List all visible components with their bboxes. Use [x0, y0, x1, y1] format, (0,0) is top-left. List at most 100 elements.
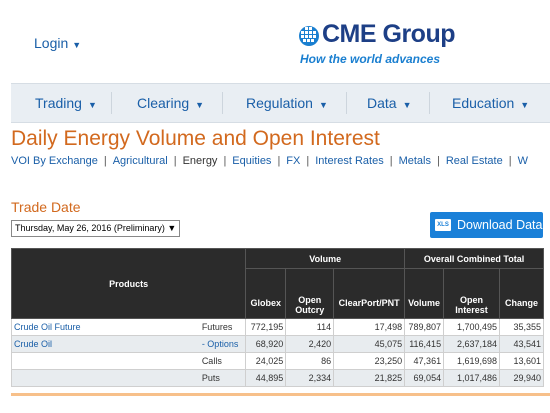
product-cell [10, 352, 200, 370]
globex-cell: 68,920 [245, 335, 287, 353]
nav-label: Clearing [137, 95, 190, 111]
link-equities[interactable]: Equities [232, 155, 271, 167]
clearport-cell: 45,075 [333, 335, 406, 353]
globex-cell: 772,195 [245, 318, 287, 336]
trade-date-select[interactable]: Thursday, May 26, 2016 (Preliminary) ▼ [11, 220, 181, 237]
link-voi-by-exchange[interactable]: VOI By Exchange [11, 155, 98, 167]
oi-cell: 1,619,698 [443, 352, 500, 370]
volume-cell: 47,361 [404, 352, 445, 370]
link-fx[interactable]: FX [286, 155, 300, 167]
link-agricultural[interactable]: Agricultural [113, 155, 168, 167]
col-open-interest: Open Interest [443, 268, 500, 319]
volume-cell: 116,415 [404, 335, 445, 353]
login-label: Login [34, 35, 69, 51]
nav-divider [429, 92, 430, 114]
oi-cell: 2,637,184 [443, 335, 500, 353]
chevron-down-icon: ▼ [520, 100, 530, 110]
product-link[interactable]: Crude Oil Future [14, 322, 81, 332]
chevron-down-icon: ▼ [87, 100, 97, 110]
link-separator: | [277, 155, 281, 167]
type-cell: Puts [199, 369, 247, 387]
globex-cell: 24,025 [245, 352, 287, 370]
link-real-estate[interactable]: Real Estate [446, 155, 503, 167]
download-data-button[interactable]: XLS Download Data [430, 212, 543, 238]
link-weather[interactable]: W [518, 155, 528, 167]
change-cell: 35,355 [499, 318, 544, 336]
globex-cell: 44,895 [245, 369, 287, 387]
asset-class-links: VOI By Exchange | Agricultural | Energy | Equi… [11, 155, 528, 167]
col-change: Change [499, 268, 544, 319]
link-separator: | [223, 155, 227, 167]
change-cell: 13,601 [499, 352, 544, 370]
type-cell: Futures [199, 318, 247, 336]
table-row: Crude Oil - Options 68,920 2,420 45,075 … [10, 335, 544, 353]
change-cell: 29,940 [499, 369, 544, 387]
overall-total-header: Overall Combined Total [404, 248, 544, 269]
type-cell: Calls [199, 352, 247, 370]
nav-divider [111, 92, 112, 114]
link-separator: | [389, 155, 393, 167]
outcry-cell: 2,420 [285, 335, 335, 353]
products-header: Products [10, 248, 247, 319]
dropdown-arrow-icon: ▼ [167, 223, 177, 233]
link-interest-rates[interactable]: Interest Rates [315, 155, 383, 167]
product-cell: Crude Oil Future [10, 318, 200, 336]
globe-logo-icon [299, 26, 319, 46]
col-globex: Globex [245, 268, 287, 319]
chevron-down-icon: ▼ [72, 40, 82, 50]
nav-label: Data [367, 95, 397, 111]
nav-item-data[interactable]: Data ▼ [367, 84, 412, 122]
clearport-cell: 21,825 [333, 369, 406, 387]
nav-divider [346, 92, 347, 114]
clearport-cell: 17,498 [333, 318, 406, 336]
col-open-outcry: Open Outcry [285, 268, 335, 319]
nav-item-clearing[interactable]: Clearing ▼ [137, 84, 204, 122]
product-cell [10, 369, 200, 387]
link-separator: | [103, 155, 107, 167]
clearport-cell: 23,250 [333, 352, 406, 370]
options-link[interactable]: - Options [202, 339, 239, 349]
product-cell: Crude Oil [10, 335, 200, 353]
table-row: Puts 44,895 2,334 21,825 69,054 1,017,48… [10, 369, 544, 387]
nav-label: Regulation [246, 95, 313, 111]
link-separator: | [306, 155, 310, 167]
link-metals[interactable]: Metals [399, 155, 431, 167]
outcry-cell: 86 [285, 352, 335, 370]
section-divider [11, 393, 550, 396]
outcry-cell: 2,334 [285, 369, 335, 387]
table-row: Crude Oil Future Futures 772,195 114 17,… [10, 318, 544, 336]
link-separator: | [436, 155, 440, 167]
main-nav: Trading ▼ Clearing ▼ Regulation ▼ Data ▼ Edu… [11, 83, 550, 123]
nav-item-regulation[interactable]: Regulation ▼ [246, 84, 328, 122]
volume-header: Volume [245, 248, 406, 269]
volume-cell: 69,054 [404, 369, 445, 387]
nav-item-trading[interactable]: Trading ▼ [35, 84, 97, 122]
brand-tagline: How the world advances [300, 52, 441, 66]
outcry-cell: 114 [285, 318, 335, 336]
table-row: Calls 24,025 86 23,250 47,361 1,619,698 … [10, 352, 544, 370]
trade-date-label: Trade Date [11, 199, 81, 215]
page-title: Daily Energy Volume and Open Interest [11, 127, 380, 150]
download-label: Download Data [457, 218, 543, 232]
col-volume: Volume [404, 268, 445, 319]
login-dropdown[interactable]: Login ▼ [34, 35, 81, 51]
change-cell: 43,541 [499, 335, 544, 353]
nav-label: Education [452, 95, 515, 111]
trade-date-value: Thursday, May 26, 2016 (Preliminary) [15, 223, 165, 233]
xls-file-icon: XLS [435, 219, 451, 231]
nav-divider [222, 92, 223, 114]
chevron-down-icon: ▼ [318, 100, 328, 110]
chevron-down-icon: ▼ [402, 100, 412, 110]
chevron-down-icon: ▼ [195, 100, 205, 110]
oi-cell: 1,017,486 [443, 369, 500, 387]
product-link[interactable]: Crude Oil [14, 339, 52, 349]
link-energy-current: Energy [182, 155, 218, 167]
oi-cell: 1,700,495 [443, 318, 500, 336]
link-separator: | [173, 155, 177, 167]
type-cell: - Options [199, 335, 247, 353]
nav-item-education[interactable]: Education ▼ [452, 84, 529, 122]
link-separator: | [508, 155, 512, 167]
volume-cell: 789,807 [404, 318, 445, 336]
nav-label: Trading [35, 95, 82, 111]
col-clearport: ClearPort/PNT [333, 268, 406, 319]
